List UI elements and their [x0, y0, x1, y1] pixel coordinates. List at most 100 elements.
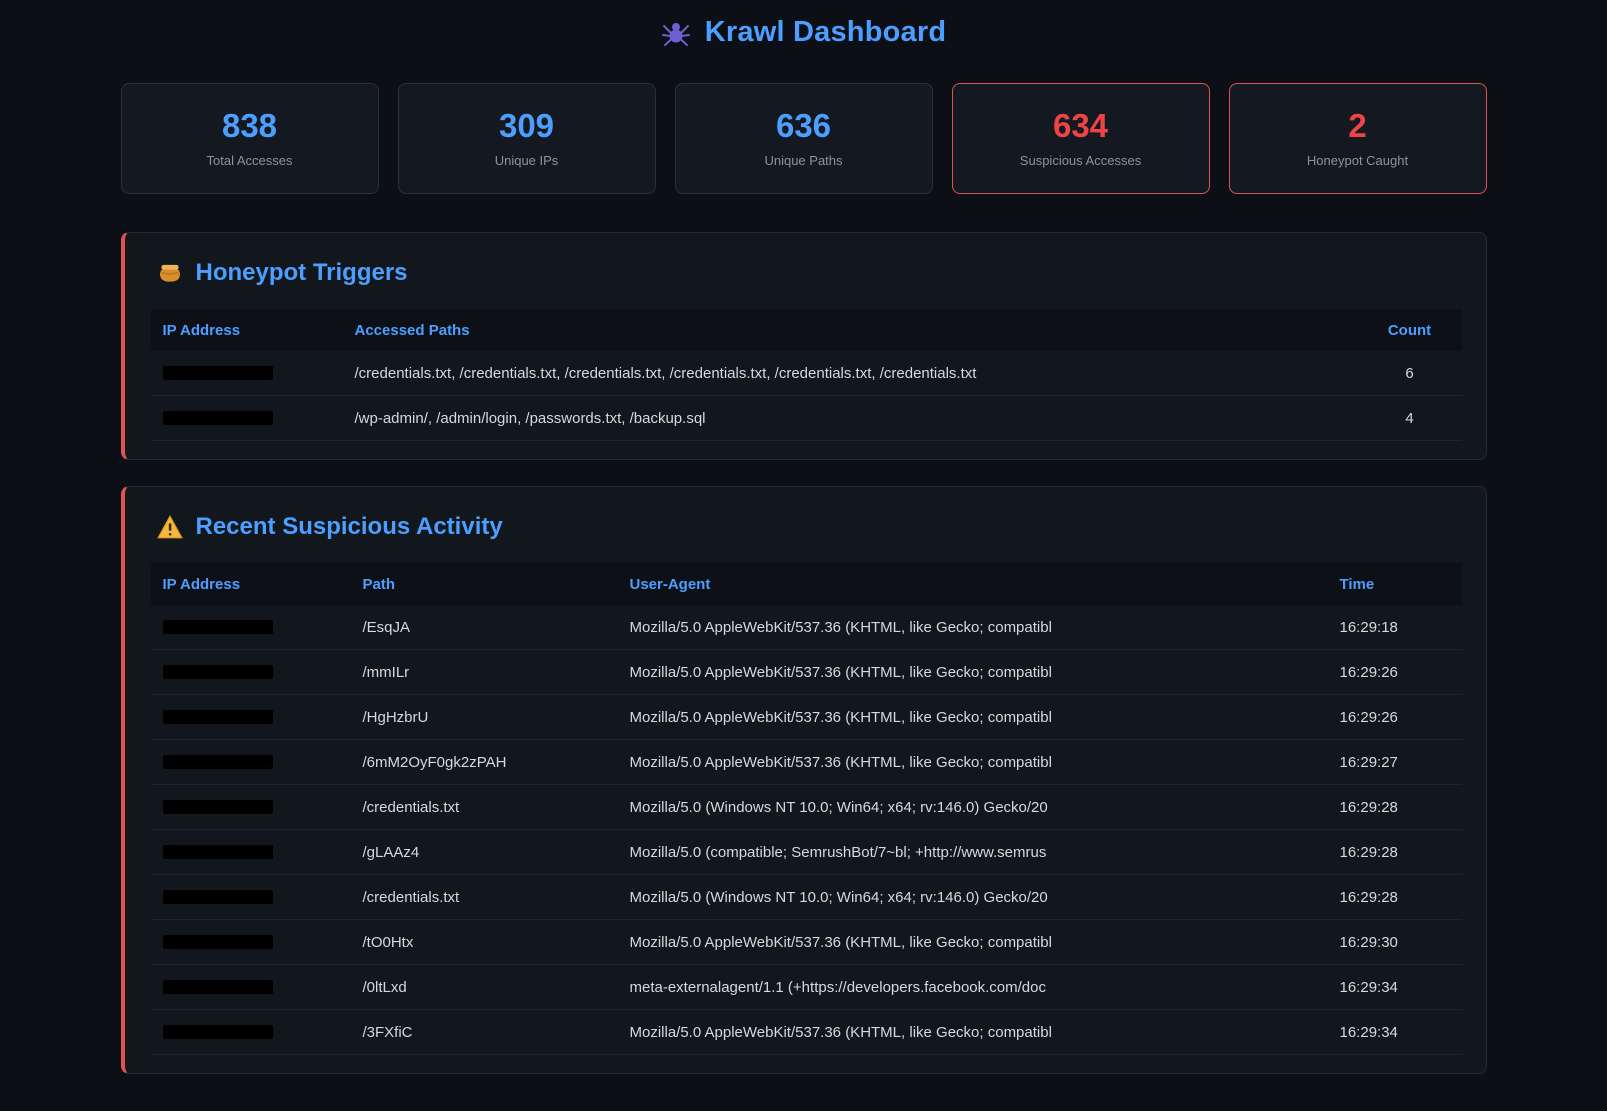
- column-header-ip: IP Address: [163, 322, 355, 339]
- user-agent-cell: Mozilla/5.0 AppleWebKit/537.36 (KHTML, l…: [630, 709, 1340, 726]
- honeypot-panel: Honeypot Triggers IP Address Accessed Pa…: [121, 232, 1487, 460]
- redacted-ip-bar: [163, 800, 273, 814]
- table-row: /credentials.txt Mozilla/5.0 (Windows NT…: [151, 875, 1462, 920]
- stat-label: Honeypot Caught: [1307, 153, 1408, 168]
- stat-card: 636 Unique Paths: [675, 83, 933, 194]
- honeypot-title-row: Honeypot Triggers: [157, 259, 1462, 287]
- table-row: /HgHzbrU Mozilla/5.0 AppleWebKit/537.36 …: [151, 695, 1462, 740]
- accessed-paths-cell: /credentials.txt, /credentials.txt, /cre…: [355, 365, 1370, 382]
- time-cell: 16:29:26: [1340, 664, 1450, 681]
- path-cell: /tO0Htx: [363, 934, 630, 951]
- user-agent-cell: Mozilla/5.0 AppleWebKit/537.36 (KHTML, l…: [630, 619, 1340, 636]
- user-agent-cell: Mozilla/5.0 AppleWebKit/537.36 (KHTML, l…: [630, 1024, 1340, 1041]
- column-header-user-agent: User-Agent: [630, 576, 1340, 593]
- redacted-ip-bar: [163, 980, 273, 994]
- time-cell: 16:29:34: [1340, 979, 1450, 996]
- user-agent-cell: Mozilla/5.0 AppleWebKit/537.36 (KHTML, l…: [630, 664, 1340, 681]
- table-row: /3FXfiC Mozilla/5.0 AppleWebKit/537.36 (…: [151, 1010, 1462, 1055]
- suspicious-panel-title: Recent Suspicious Activity: [196, 513, 503, 541]
- time-cell: 16:29:27: [1340, 754, 1450, 771]
- column-header-ip: IP Address: [163, 576, 363, 593]
- stats-row: 838 Total Accesses 309 Unique IPs 636 Un…: [121, 83, 1487, 194]
- column-header-path: Path: [363, 576, 630, 593]
- accessed-paths-cell: /wp-admin/, /admin/login, /passwords.txt…: [355, 410, 1370, 427]
- suspicious-table-header: IP Address Path User-Agent Time: [151, 563, 1462, 605]
- ip-address-cell: [163, 411, 355, 425]
- redacted-ip-bar: [163, 890, 273, 904]
- stat-label: Unique Paths: [764, 153, 842, 168]
- ip-address-cell: [163, 890, 363, 904]
- time-cell: 16:29:18: [1340, 619, 1450, 636]
- suspicious-title-row: Recent Suspicious Activity: [157, 513, 1462, 541]
- path-cell: /0ltLxd: [363, 979, 630, 996]
- table-row: /EsqJA Mozilla/5.0 AppleWebKit/537.36 (K…: [151, 605, 1462, 650]
- time-cell: 16:29:26: [1340, 709, 1450, 726]
- stat-label: Unique IPs: [495, 153, 559, 168]
- table-row: /mmILr Mozilla/5.0 AppleWebKit/537.36 (K…: [151, 650, 1462, 695]
- redacted-ip-bar: [163, 366, 273, 380]
- ip-address-cell: [163, 845, 363, 859]
- stat-card: 838 Total Accesses: [121, 83, 379, 194]
- column-header-time: Time: [1340, 576, 1450, 593]
- honeypot-panel-title: Honeypot Triggers: [196, 259, 408, 287]
- path-cell: /gLAAz4: [363, 844, 630, 861]
- page-title: Krawl Dashboard: [705, 16, 947, 49]
- redacted-ip-bar: [163, 665, 273, 679]
- stat-value: 838: [222, 109, 277, 142]
- ip-address-cell: [163, 620, 363, 634]
- ip-address-cell: [163, 980, 363, 994]
- path-cell: /mmILr: [363, 664, 630, 681]
- time-cell: 16:29:34: [1340, 1024, 1450, 1041]
- path-cell: /6mM2OyF0gk2zPAH: [363, 754, 630, 771]
- honeypot-table: IP Address Accessed Paths Count /credent…: [151, 309, 1462, 441]
- stat-value: 636: [776, 109, 831, 142]
- user-agent-cell: Mozilla/5.0 AppleWebKit/537.36 (KHTML, l…: [630, 754, 1340, 771]
- table-row: /6mM2OyF0gk2zPAH Mozilla/5.0 AppleWebKit…: [151, 740, 1462, 785]
- redacted-ip-bar: [163, 710, 273, 724]
- ip-address-cell: [163, 665, 363, 679]
- column-header-count: Count: [1370, 322, 1450, 339]
- table-row: /0ltLxd meta-externalagent/1.1 (+https:/…: [151, 965, 1462, 1010]
- user-agent-cell: Mozilla/5.0 (Windows NT 10.0; Win64; x64…: [630, 799, 1340, 816]
- table-row: /gLAAz4 Mozilla/5.0 (compatible; Semrush…: [151, 830, 1462, 875]
- warning-icon: [157, 515, 183, 539]
- user-agent-cell: Mozilla/5.0 (Windows NT 10.0; Win64; x64…: [630, 889, 1340, 906]
- redacted-ip-bar: [163, 1025, 273, 1039]
- time-cell: 16:29:28: [1340, 844, 1450, 861]
- ip-address-cell: [163, 1025, 363, 1039]
- honeypot-icon: [157, 260, 183, 286]
- user-agent-cell: meta-externalagent/1.1 (+https://develop…: [630, 979, 1340, 996]
- ip-address-cell: [163, 366, 355, 380]
- user-agent-cell: Mozilla/5.0 AppleWebKit/537.36 (KHTML, l…: [630, 934, 1340, 951]
- path-cell: /HgHzbrU: [363, 709, 630, 726]
- ip-address-cell: [163, 935, 363, 949]
- path-cell: /EsqJA: [363, 619, 630, 636]
- ip-address-cell: [163, 710, 363, 724]
- redacted-ip-bar: [163, 620, 273, 634]
- dashboard-container: Krawl Dashboard 838 Total Accesses 309 U…: [121, 0, 1487, 1074]
- stat-card: 309 Unique IPs: [398, 83, 656, 194]
- stat-label: Suspicious Accesses: [1020, 153, 1141, 168]
- table-row: /credentials.txt Mozilla/5.0 (Windows NT…: [151, 785, 1462, 830]
- redacted-ip-bar: [163, 935, 273, 949]
- redacted-ip-bar: [163, 845, 273, 859]
- stat-value: 634: [1053, 109, 1108, 142]
- honeypot-table-body: /credentials.txt, /credentials.txt, /cre…: [151, 351, 1462, 441]
- redacted-ip-bar: [163, 411, 273, 425]
- time-cell: 16:29:28: [1340, 889, 1450, 906]
- stat-label: Total Accesses: [207, 153, 293, 168]
- time-cell: 16:29:28: [1340, 799, 1450, 816]
- column-header-paths: Accessed Paths: [355, 322, 1370, 339]
- suspicious-table-body: /EsqJA Mozilla/5.0 AppleWebKit/537.36 (K…: [151, 605, 1462, 1055]
- suspicious-table: IP Address Path User-Agent Time /EsqJA M…: [151, 563, 1462, 1055]
- suspicious-panel: Recent Suspicious Activity IP Address Pa…: [121, 486, 1487, 1074]
- stat-value: 309: [499, 109, 554, 142]
- spider-icon: [661, 18, 691, 48]
- redacted-ip-bar: [163, 755, 273, 769]
- time-cell: 16:29:30: [1340, 934, 1450, 951]
- table-row: /tO0Htx Mozilla/5.0 AppleWebKit/537.36 (…: [151, 920, 1462, 965]
- path-cell: /credentials.txt: [363, 889, 630, 906]
- path-cell: /3FXfiC: [363, 1024, 630, 1041]
- count-cell: 4: [1370, 410, 1450, 427]
- ip-address-cell: [163, 800, 363, 814]
